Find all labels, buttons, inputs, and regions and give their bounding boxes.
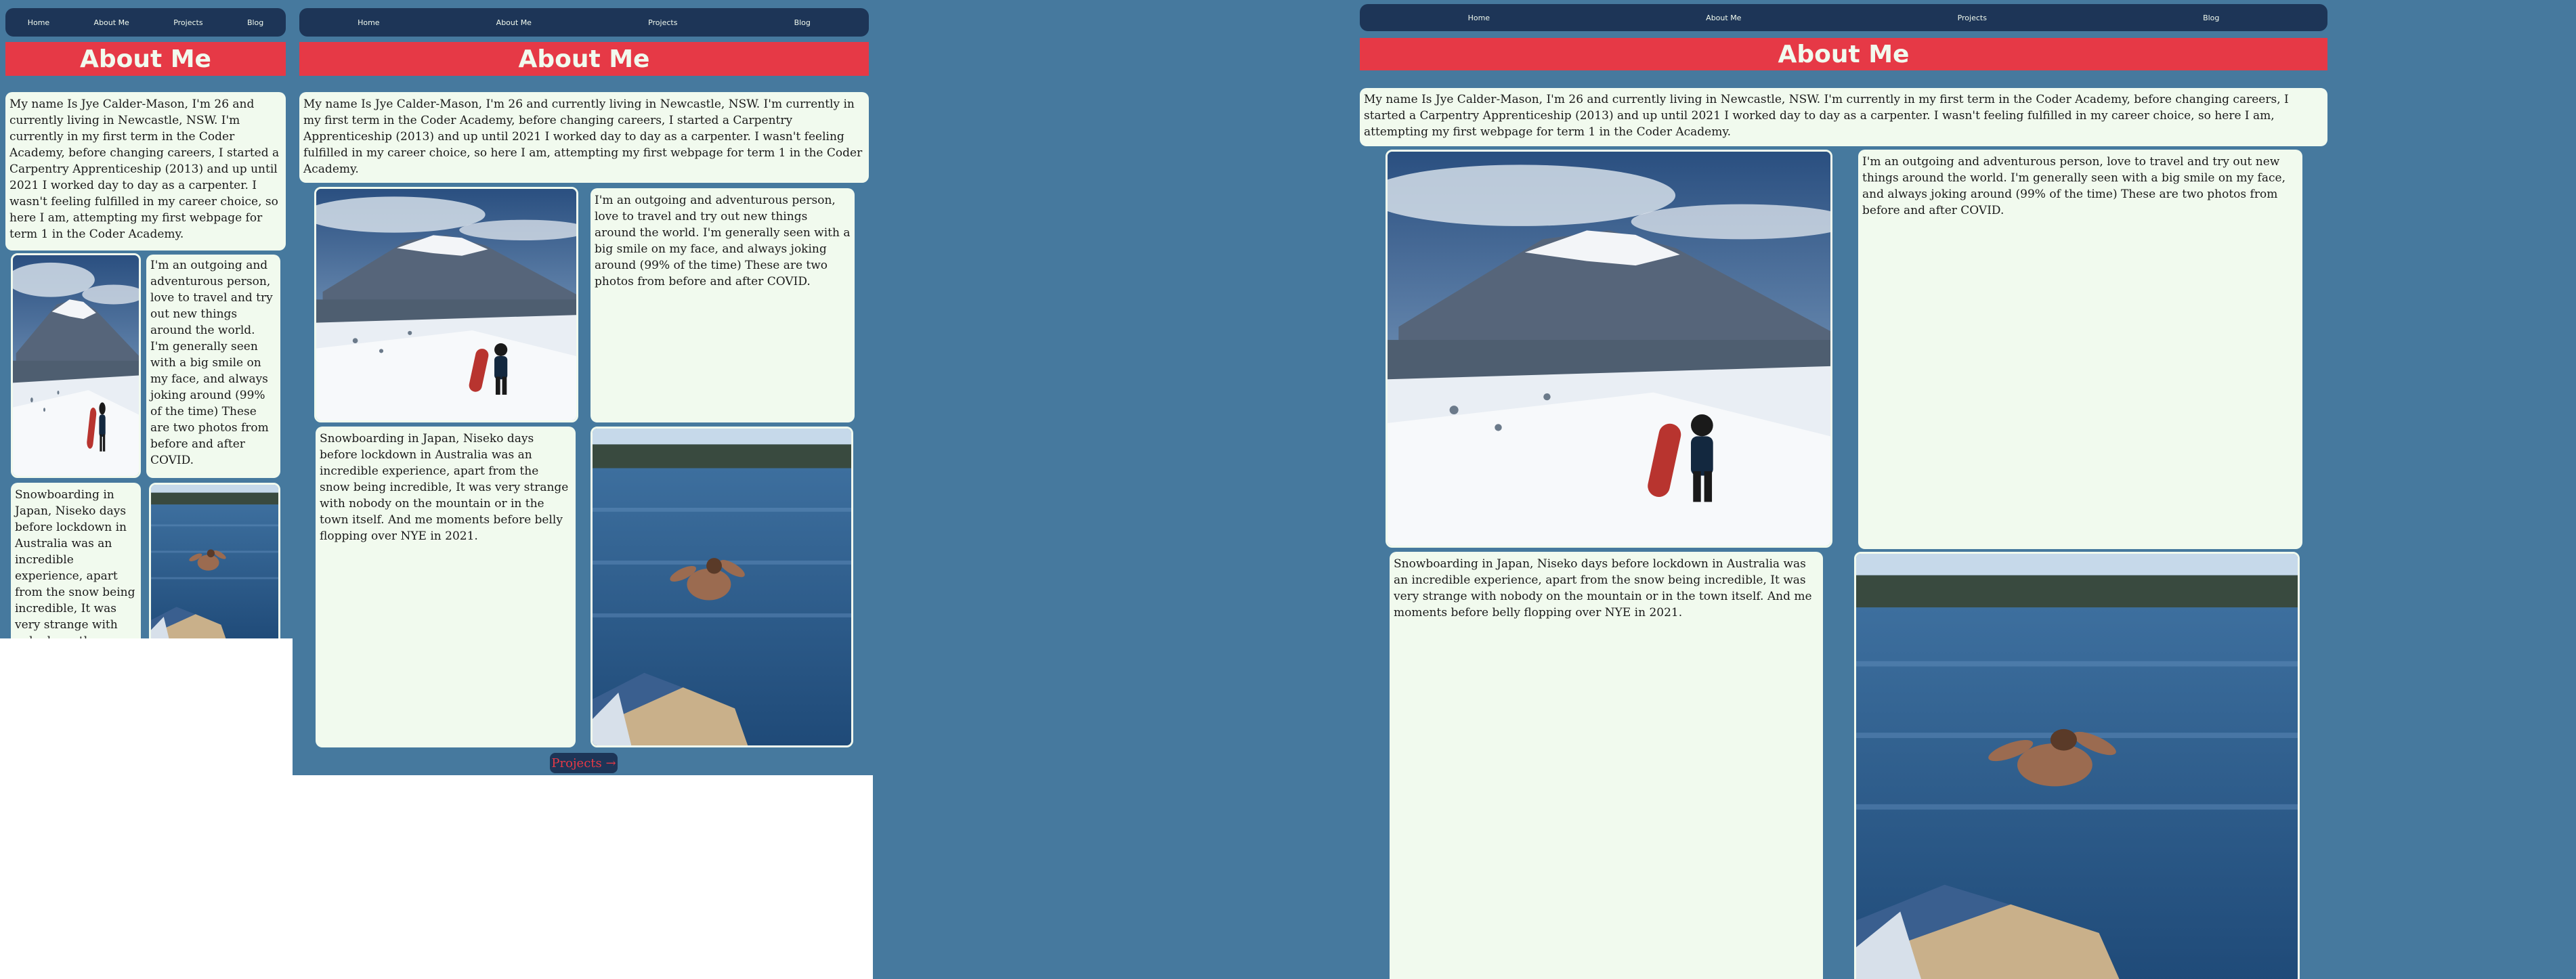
wide-viewport: Home About Me Projects Blog About Me My … <box>873 0 2576 979</box>
snowboarder-photo <box>11 253 141 478</box>
intro-text: My name Is Jye Calder-Mason, I'm 26 and … <box>1360 88 2327 146</box>
nav-projects-link[interactable]: Projects <box>1958 14 1987 22</box>
snow-caption-text: Snowboarding in Japan, Niseko days befor… <box>316 427 576 747</box>
medium-viewport: Home About Me Projects Blog About Me My … <box>293 0 873 775</box>
nav-projects-link[interactable]: Projects <box>173 18 202 27</box>
main-nav: Home About Me Projects Blog <box>299 8 869 37</box>
page-title: About Me <box>5 42 286 76</box>
narrow-viewport: Home About Me Projects Blog About Me My … <box>0 0 293 638</box>
nav-projects-link[interactable]: Projects <box>648 18 677 27</box>
main-nav: Home About Me Projects Blog <box>1360 4 2327 31</box>
intro-text: My name Is Jye Calder-Mason, I'm 26 and … <box>299 92 869 183</box>
page-title: About Me <box>299 42 869 76</box>
page-title: About Me <box>1360 38 2327 70</box>
lake-jump-photo <box>1854 552 2300 979</box>
nav-blog-link[interactable]: Blog <box>794 18 811 27</box>
snowboarder-photo <box>314 187 578 422</box>
nav-about-link[interactable]: About Me <box>94 18 129 27</box>
nav-about-link[interactable]: About Me <box>1706 14 1741 22</box>
projects-next-link[interactable]: Projects → <box>550 753 618 773</box>
lake-jump-photo <box>591 427 853 747</box>
snow-caption-text: Snowboarding in Japan, Niseko days befor… <box>11 483 141 638</box>
nav-about-link[interactable]: About Me <box>496 18 532 27</box>
nav-home-link[interactable]: Home <box>28 18 49 27</box>
intro-text: My name Is Jye Calder-Mason, I'm 26 and … <box>5 92 286 251</box>
about-text: I'm an outgoing and adventurous person, … <box>1858 150 2302 549</box>
lake-jump-photo <box>149 483 280 638</box>
nav-home-link[interactable]: Home <box>1468 14 1490 22</box>
nav-home-link[interactable]: Home <box>358 18 379 27</box>
snowboarder-photo <box>1386 150 1832 548</box>
about-text: I'm an outgoing and adventurous person, … <box>146 255 280 478</box>
nav-blog-link[interactable]: Blog <box>247 18 263 27</box>
snow-caption-text: Snowboarding in Japan, Niseko days befor… <box>1390 552 1823 979</box>
nav-blog-link[interactable]: Blog <box>2203 14 2219 22</box>
main-nav: Home About Me Projects Blog <box>5 8 286 37</box>
about-text: I'm an outgoing and adventurous person, … <box>591 188 855 422</box>
